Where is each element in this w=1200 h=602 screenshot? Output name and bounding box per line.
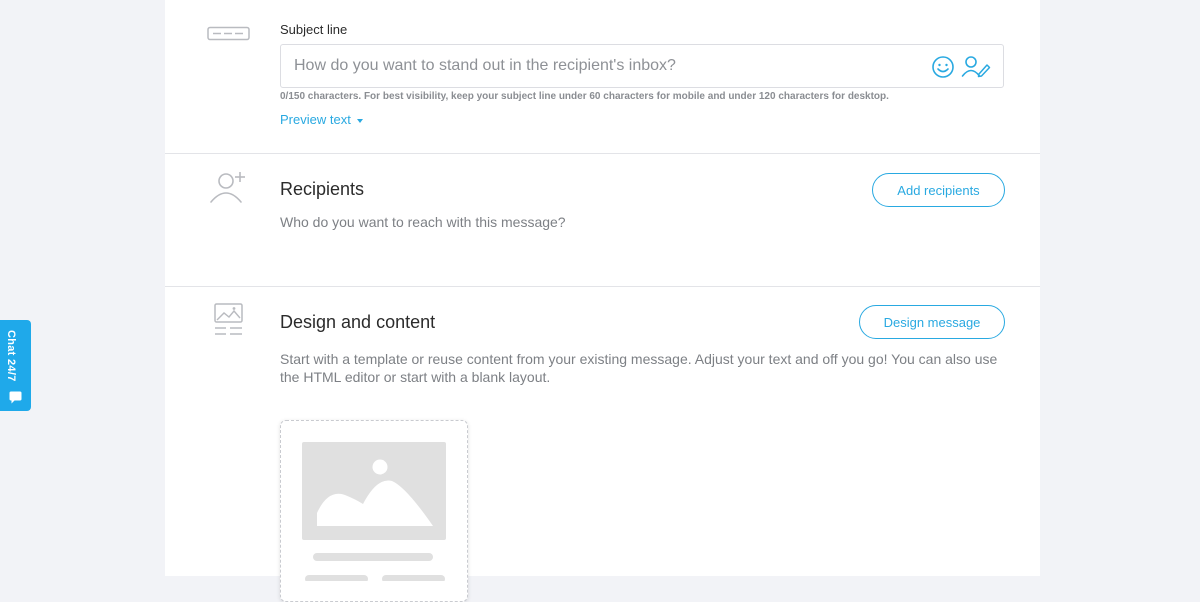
recipients-title: Recipients: [280, 179, 365, 199]
recipients-section: Recipients Who do you want to reach with…: [165, 154, 1040, 286]
add-recipients-button[interactable]: Add recipients: [872, 173, 1005, 207]
subject-line-icon: [207, 26, 251, 47]
chat-tab-label: Chat 24/7: [5, 330, 17, 382]
caret-down-icon: [356, 118, 363, 123]
design-title: Design and content: [280, 312, 436, 332]
image-layout-icon: [214, 303, 244, 342]
emoji-icon[interactable]: [931, 55, 955, 84]
template-card[interactable]: [280, 420, 468, 602]
preview-text-toggle[interactable]: Preview text: [280, 112, 363, 127]
personalize-icon[interactable]: [961, 54, 991, 83]
subject-line-label: Subject line: [280, 22, 348, 37]
subject-character-hint: 0/150 characters. For best visibility, k…: [280, 91, 889, 102]
subject-section: Subject line How do you want to stand ou…: [165, 0, 1040, 153]
design-description: Start with a template or reuse content f…: [280, 351, 998, 385]
chat-bubble-icon: [9, 391, 22, 409]
add-user-icon: [209, 170, 249, 209]
template-thumbnail: [281, 421, 467, 586]
subject-line-input[interactable]: How do you want to stand out in the reci…: [280, 44, 1004, 88]
chat-tab[interactable]: Chat 24/7: [0, 320, 31, 411]
design-message-button[interactable]: Design message: [859, 305, 1005, 339]
main-panel: Subject line How do you want to stand ou…: [165, 0, 1040, 602]
preview-text-label: Preview text: [280, 112, 351, 127]
subject-line-placeholder: How do you want to stand out in the reci…: [294, 57, 676, 74]
recipients-description: Who do you want to reach with this messa…: [280, 214, 566, 230]
